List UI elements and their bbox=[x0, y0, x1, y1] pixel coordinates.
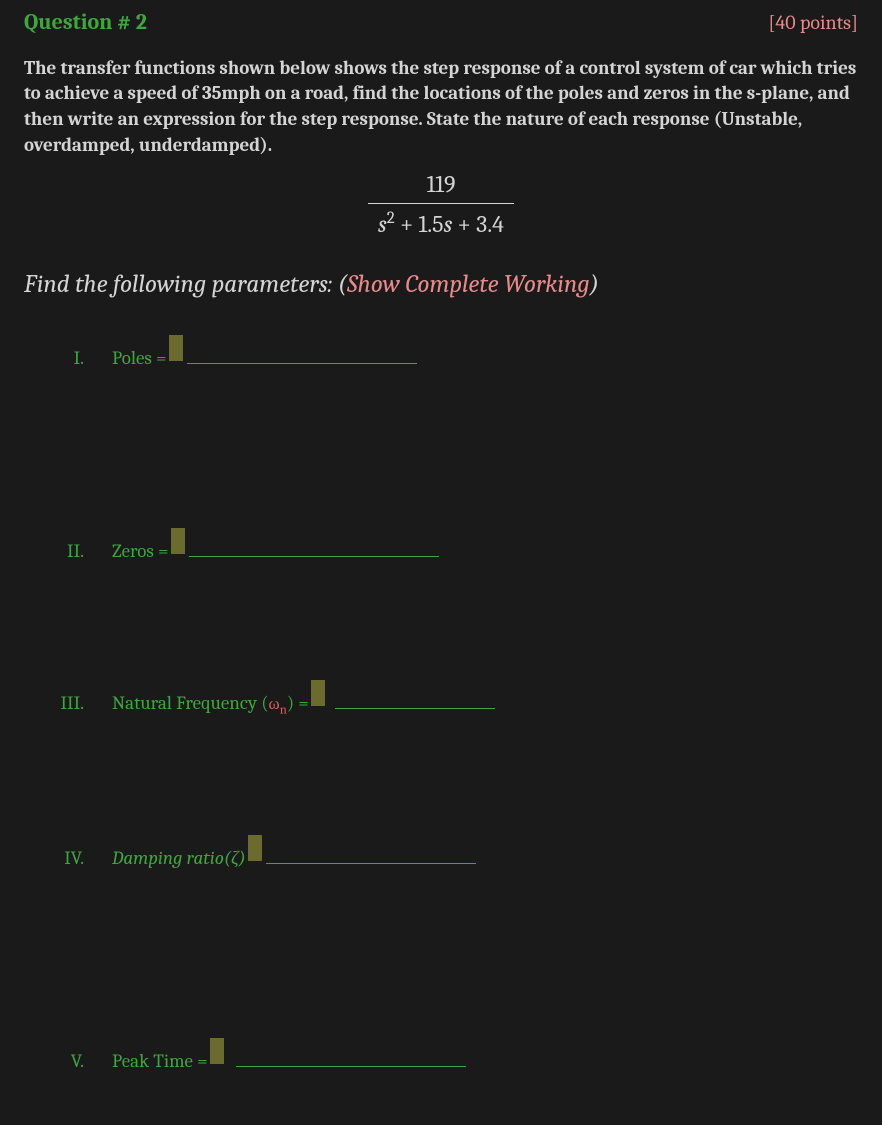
item-peaktime: V. Peak Time = bbox=[24, 1041, 858, 1075]
item-poles: I. Poles = bbox=[24, 338, 858, 372]
cursor-box-icon bbox=[210, 1038, 224, 1064]
item-num-4: IV. bbox=[24, 846, 112, 872]
tf-denominator: s2 + 1.5s + 3.4 bbox=[368, 203, 514, 240]
item-body-5: Peak Time = bbox=[112, 1041, 466, 1075]
item-num-5: V. bbox=[24, 1049, 112, 1075]
question-points: [40 points] bbox=[768, 9, 858, 36]
spacer bbox=[24, 575, 858, 683]
item-num-2: II. bbox=[24, 539, 112, 565]
spacer bbox=[24, 730, 858, 838]
question-prompt: The transfer functions shown below shows… bbox=[24, 56, 858, 159]
item-label-poles: Poles = bbox=[112, 346, 167, 372]
item-label-natfreq-pre: Natural Frequency ( bbox=[112, 691, 269, 717]
item-body-2: Zeros = bbox=[112, 531, 439, 565]
tf-numerator: 119 bbox=[368, 168, 514, 202]
find-params-post: ) bbox=[590, 270, 599, 299]
find-params-pre: Find the following parameters: ( bbox=[24, 270, 347, 299]
transfer-function: 119 s2 + 1.5s + 3.4 bbox=[24, 168, 858, 240]
item-num-1: I. bbox=[24, 346, 112, 372]
item-label-natfreq-post: ) = bbox=[287, 691, 309, 717]
answer-blank-natfreq[interactable] bbox=[335, 689, 495, 709]
item-label-peaktime: Peak Time = bbox=[112, 1049, 208, 1075]
question-page: Question # 2 [40 points] The transfer fu… bbox=[0, 0, 882, 1125]
cursor-box-icon bbox=[248, 835, 262, 861]
item-body-1: Poles = bbox=[112, 338, 417, 372]
header-row: Question # 2 [40 points] bbox=[24, 8, 858, 38]
item-damping: IV. Damping ratio(ζ) bbox=[24, 838, 858, 872]
find-parameters-heading: Find the following parameters: (Show Com… bbox=[24, 268, 858, 302]
item-label-damping: Damping ratio(ζ) bbox=[112, 846, 246, 872]
answer-blank-damping[interactable] bbox=[266, 844, 476, 864]
question-title: Question # 2 bbox=[24, 8, 147, 38]
spacer bbox=[24, 381, 858, 531]
item-zeros: II. Zeros = bbox=[24, 531, 858, 565]
item-label-zeros: Zeros = bbox=[112, 539, 169, 565]
item-natfreq: III. Natural Frequency (ωn) = bbox=[24, 683, 858, 720]
cursor-box-icon bbox=[171, 528, 185, 554]
item-num-3: III. bbox=[24, 691, 112, 717]
answer-blank-zeros[interactable] bbox=[189, 537, 439, 557]
spacer bbox=[24, 881, 858, 1041]
cursor-box-icon bbox=[311, 680, 325, 706]
spellcheck-squiggle-icon: ωn bbox=[269, 694, 287, 720]
cursor-box-icon bbox=[169, 335, 183, 361]
find-params-highlight: Show Complete Working bbox=[347, 270, 589, 299]
item-body-3: Natural Frequency (ωn) = bbox=[112, 683, 495, 720]
answer-blank-poles[interactable] bbox=[187, 344, 417, 364]
answer-blank-peaktime[interactable] bbox=[236, 1047, 466, 1067]
item-body-4: Damping ratio(ζ) bbox=[112, 838, 476, 872]
